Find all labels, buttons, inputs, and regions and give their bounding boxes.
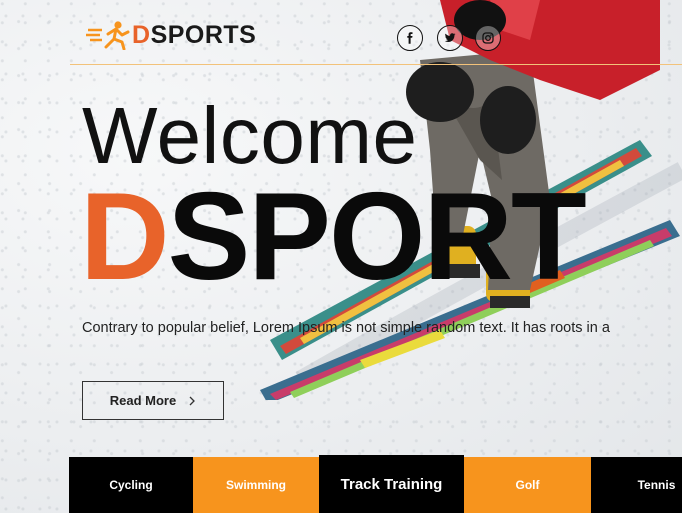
tab-label: Tennis: [637, 478, 676, 492]
tab-track-training[interactable]: Track Training: [319, 455, 464, 513]
tab-golf[interactable]: Golf: [464, 457, 591, 513]
logo[interactable]: D SPORTS: [86, 18, 256, 52]
brand-heading: DSPORT: [80, 172, 587, 302]
instagram-icon[interactable]: [475, 25, 501, 51]
tab-label: Track Training: [340, 475, 443, 493]
brand-heading-rest: SPORT: [167, 168, 587, 306]
twitter-icon[interactable]: [437, 25, 463, 51]
runner-logo-icon: [86, 21, 130, 50]
facebook-icon[interactable]: [397, 25, 423, 51]
site-header: D SPORTS: [70, 0, 682, 65]
tab-tennis[interactable]: Tennis: [591, 457, 682, 513]
chevron-right-icon: [189, 396, 196, 405]
tab-label: Golf: [515, 478, 540, 492]
read-more-label: Read More: [109, 393, 177, 408]
sports-tabs: Cycling Swimming Track Training Golf Ten…: [69, 455, 682, 513]
tab-swimming[interactable]: Swimming: [193, 457, 319, 513]
tab-cycling[interactable]: Cycling: [69, 457, 193, 513]
tab-label: Cycling: [109, 478, 153, 492]
read-more-button[interactable]: Read More: [82, 381, 224, 420]
hero-description: Contrary to popular belief, Lorem Ipsum …: [82, 320, 610, 336]
brand-heading-accent: D: [80, 168, 170, 306]
tab-label: Swimming: [225, 478, 286, 492]
logo-text: SPORTS: [150, 20, 257, 49]
logo-accent: D: [132, 20, 151, 49]
